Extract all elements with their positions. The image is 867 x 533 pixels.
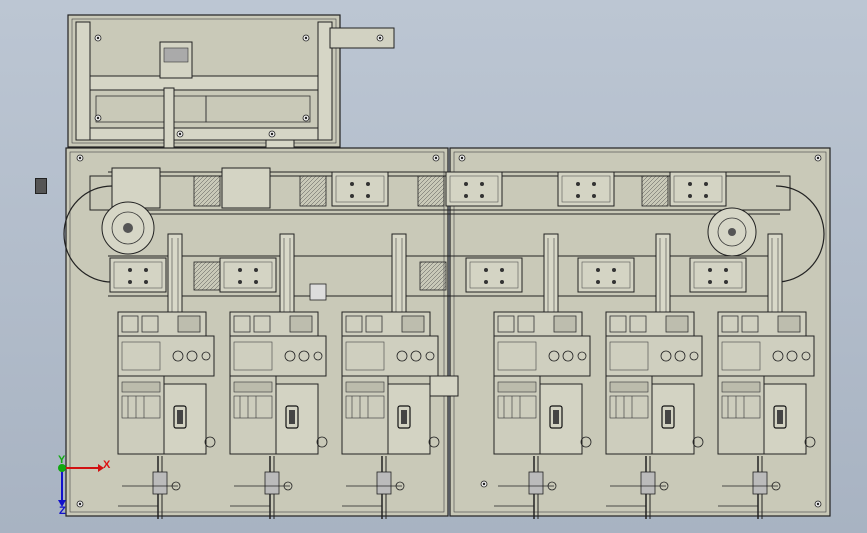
cad-assembly-view[interactable] bbox=[0, 0, 867, 533]
y-axis-label: Y bbox=[58, 454, 66, 466]
x-axis-label: X bbox=[103, 459, 111, 471]
view-tag-icon[interactable] bbox=[35, 178, 47, 194]
z-axis-label: Z bbox=[59, 505, 66, 517]
